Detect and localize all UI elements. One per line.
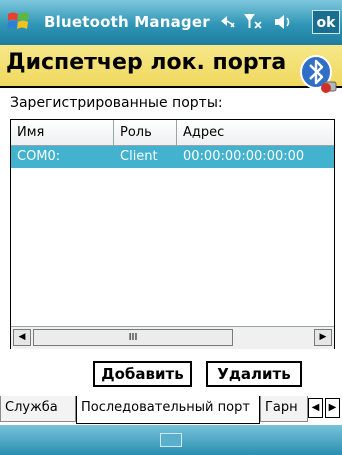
registered-ports-label: Зарегистрированные порты: [10, 95, 223, 111]
ports-list[interactable]: Имя Роль Адрес COM0: Client 00:00:00:00:… [10, 119, 335, 349]
header-divider [0, 86, 342, 88]
tab-serial-port[interactable]: Последовательный порт [76, 396, 260, 424]
cell-address: 00:00:00:00:00:00 [183, 149, 305, 164]
tab-scroll-right-icon[interactable]: ▶ [325, 398, 340, 418]
scroll-left-button[interactable]: ◀ [13, 329, 31, 346]
tab-headset[interactable]: Гарн [260, 396, 308, 422]
bottom-bar [0, 425, 342, 455]
delete-button[interactable]: Удалить [206, 361, 302, 387]
scroll-right-button[interactable]: ▶ [314, 329, 332, 346]
connectivity-icon[interactable] [218, 13, 236, 31]
app-title: Bluetooth Manager [44, 13, 210, 31]
tab-service[interactable]: Служба [0, 396, 76, 422]
table-row[interactable]: COM0: Client 00:00:00:00:00:00 [11, 146, 334, 168]
cell-role: Client [120, 149, 158, 164]
list-header: Имя Роль Адрес [11, 120, 334, 146]
tab-bar: Служба Последовательный порт Гарн ◀ ▶ [0, 396, 342, 424]
start-icon[interactable] [6, 10, 32, 34]
title-bar: Bluetooth Manager ok [0, 0, 342, 45]
column-header-name[interactable]: Имя [11, 120, 114, 145]
column-header-role[interactable]: Роль [114, 120, 177, 145]
volume-icon[interactable] [272, 12, 294, 32]
add-button[interactable]: Добавить [93, 361, 192, 387]
column-header-address[interactable]: Адрес [177, 120, 334, 145]
tab-scroll-arrows: ◀ ▶ [308, 398, 340, 418]
signal-icon[interactable] [244, 12, 264, 32]
page-title: Диспетчер лок. порта [6, 50, 287, 75]
scroll-thumb[interactable]: III [33, 329, 233, 346]
ok-button[interactable]: ok [312, 10, 340, 34]
keyboard-icon[interactable] [160, 433, 182, 447]
horizontal-scrollbar[interactable]: ◀ III ▶ [11, 326, 334, 349]
tab-scroll-left-icon[interactable]: ◀ [308, 398, 323, 418]
bluetooth-icon [300, 55, 337, 93]
status-icons [218, 10, 294, 34]
cell-name: COM0: [17, 149, 61, 164]
